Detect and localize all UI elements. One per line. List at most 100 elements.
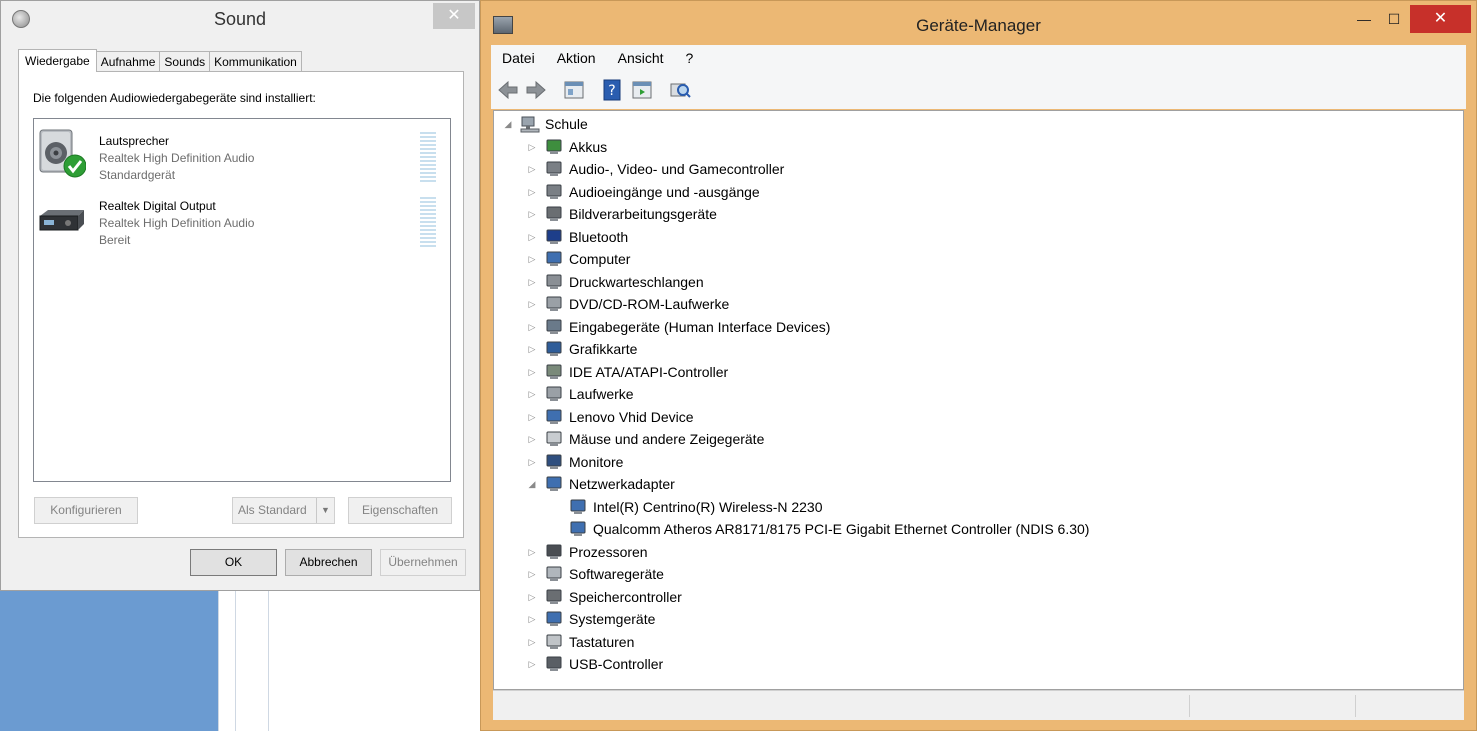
menu-datei[interactable]: Datei: [491, 50, 546, 66]
collapsed-arrow-icon[interactable]: ▷: [526, 547, 538, 558]
collapsed-arrow-icon[interactable]: ▷: [526, 209, 538, 220]
tree-item-label: Akkus: [569, 139, 608, 155]
tree-item-category-after-3[interactable]: ▷ Systemgeräte: [526, 608, 656, 630]
expanded-arrow-icon[interactable]: ◢: [502, 119, 514, 130]
device-item-lautsprecher[interactable]: Lautsprecher Realtek High Definition Aud…: [34, 123, 450, 185]
tree-item-category-after-2[interactable]: ▷ Speichercontroller: [526, 586, 682, 608]
collapsed-arrow-icon[interactable]: ▷: [526, 254, 538, 265]
devmgr-titlebar[interactable]: Geräte-Manager — ☐ ✕: [481, 1, 1476, 41]
collapsed-arrow-icon[interactable]: ▷: [526, 277, 538, 288]
collapsed-arrow-icon[interactable]: ▷: [526, 614, 538, 625]
playback-panel: Die folgenden Audiowiedergabegeräte sind…: [18, 71, 464, 538]
back-arrow-icon[interactable]: [497, 79, 519, 101]
network-adapter-icon: [544, 475, 564, 493]
collapsed-arrow-icon[interactable]: ▷: [526, 457, 538, 468]
menu-help[interactable]: ?: [675, 50, 705, 66]
sound-tabs: Wiedergabe Aufnahme Sounds Kommunikation: [18, 49, 302, 72]
collapsed-arrow-icon[interactable]: ▷: [526, 367, 538, 378]
tab-wiedergabe[interactable]: Wiedergabe: [18, 49, 97, 72]
collapsed-arrow-icon[interactable]: ▷: [526, 299, 538, 310]
tree-item-category-15[interactable]: ◢ Netzwerkadapter: [526, 473, 675, 495]
configure-button[interactable]: Konfigurieren: [34, 497, 138, 524]
tab-aufnahme[interactable]: Aufnahme: [95, 51, 161, 72]
tree-item-label: USB-Controller: [569, 656, 664, 672]
display-adapter-icon: [544, 340, 564, 358]
menu-bar: Datei Aktion Ansicht ?: [491, 45, 1466, 71]
sound-close-button[interactable]: ✕: [433, 3, 475, 29]
device-driver: Realtek High Definition Audio: [99, 216, 255, 230]
tree-item-category-7[interactable]: ▷ DVD/CD-ROM-Laufwerke: [526, 293, 730, 315]
minimize-button[interactable]: —: [1349, 7, 1379, 33]
tree-item-category-14[interactable]: ▷ Monitore: [526, 451, 624, 473]
tree-item-category-9[interactable]: ▷ Grafikkarte: [526, 338, 638, 360]
battery-icon: [544, 138, 564, 156]
collapsed-arrow-icon[interactable]: ▷: [526, 412, 538, 423]
collapsed-arrow-icon[interactable]: ▷: [526, 569, 538, 580]
volume-level-meter: [420, 132, 436, 182]
collapsed-arrow-icon[interactable]: ▷: [526, 187, 538, 198]
tree-item-category-after-5[interactable]: ▷ USB-Controller: [526, 653, 664, 675]
collapsed-arrow-icon[interactable]: ▷: [526, 142, 538, 153]
tree-item-category-2[interactable]: ▷ Audioeingänge und -ausgänge: [526, 181, 760, 203]
device-tree[interactable]: ◢ Schule ▷ Akkus ▷ Audio-, Video- und Gamec…: [493, 110, 1464, 690]
chevron-down-icon[interactable]: ▼: [316, 498, 334, 523]
tree-item-category-6[interactable]: ▷ Druckwarteschlangen: [526, 271, 704, 293]
properties-button[interactable]: Eigenschaften: [348, 497, 452, 524]
status-segment: [1355, 695, 1356, 717]
properties-view-icon[interactable]: [563, 79, 585, 101]
collapsed-arrow-icon[interactable]: ▷: [526, 659, 538, 670]
menu-ansicht[interactable]: Ansicht: [607, 50, 675, 66]
tree-item-category-3[interactable]: ▷ Bildverarbeitungsgeräte: [526, 203, 717, 225]
background-divider: [268, 591, 269, 731]
tree-root-label: Schule: [545, 116, 588, 132]
tree-item-label: Tastaturen: [569, 634, 635, 650]
software-device-icon: [544, 565, 564, 583]
menu-aktion[interactable]: Aktion: [546, 50, 607, 66]
background-window: [218, 591, 480, 731]
tree-item-category-after-0[interactable]: ▷ Prozessoren: [526, 541, 648, 563]
device-item-digital-output[interactable]: Realtek Digital Output Realtek High Defi…: [34, 188, 450, 250]
collapsed-arrow-icon[interactable]: ▷: [526, 164, 538, 175]
tree-item-category-11[interactable]: ▷ Laufwerke: [526, 383, 634, 405]
tree-item-category-8[interactable]: ▷ Eingabegeräte (Human Interface Devices): [526, 316, 831, 338]
tree-item-category-13[interactable]: ▷ Mäuse und andere Zeigegeräte: [526, 428, 765, 450]
tree-item-label: Laufwerke: [569, 386, 634, 402]
apply-button[interactable]: Übernehmen: [380, 549, 466, 576]
tree-item-category-after-4[interactable]: ▷ Tastaturen: [526, 631, 635, 653]
collapsed-arrow-icon[interactable]: ▷: [526, 434, 538, 445]
sound-titlebar[interactable]: Sound ✕: [1, 1, 479, 39]
tree-item-category-after-1[interactable]: ▷ Softwaregeräte: [526, 563, 664, 585]
maximize-button[interactable]: ☐: [1379, 7, 1409, 33]
playback-device-list[interactable]: Lautsprecher Realtek High Definition Aud…: [33, 118, 451, 482]
expanded-arrow-icon[interactable]: ◢: [526, 479, 538, 490]
tree-item-label: Druckwarteschlangen: [569, 274, 704, 290]
tree-item-category-10[interactable]: ▷ IDE ATA/ATAPI-Controller: [526, 361, 729, 383]
tree-root[interactable]: ◢ Schule: [502, 113, 588, 135]
cancel-button[interactable]: Abbrechen: [285, 549, 372, 576]
set-default-split-button[interactable]: Als Standard ▼: [232, 497, 335, 524]
collapsed-arrow-icon[interactable]: ▷: [526, 637, 538, 648]
tree-item-category-12[interactable]: ▷ Lenovo Vhid Device: [526, 406, 694, 428]
ok-button[interactable]: OK: [190, 549, 277, 576]
tab-sounds[interactable]: Sounds: [159, 51, 211, 72]
tab-kommunikation[interactable]: Kommunikation: [209, 51, 302, 72]
help-icon[interactable]: ?: [601, 79, 623, 101]
device-name: Lautsprecher: [99, 134, 170, 148]
tree-item-category-5[interactable]: ▷ Computer: [526, 248, 631, 270]
tree-item-category-1[interactable]: ▷ Audio-, Video- und Gamecontroller: [526, 158, 785, 180]
sound-title: Sound: [213, 9, 267, 29]
tree-item-category-4[interactable]: ▷ Bluetooth: [526, 226, 629, 248]
collapsed-arrow-icon[interactable]: ▷: [526, 344, 538, 355]
tree-item-category-0[interactable]: ▷ Akkus: [526, 136, 608, 158]
collapsed-arrow-icon[interactable]: ▷: [526, 322, 538, 333]
forward-arrow-icon[interactable]: [525, 79, 547, 101]
devmgr-close-button[interactable]: ✕: [1410, 5, 1471, 33]
show-hide-pane-icon[interactable]: [631, 79, 653, 101]
collapsed-arrow-icon[interactable]: ▷: [526, 232, 538, 243]
tree-item-network-child-1[interactable]: Qualcomm Atheros AR8171/8175 PCI-E Gigab…: [568, 518, 1089, 540]
collapsed-arrow-icon[interactable]: ▷: [526, 389, 538, 400]
collapsed-arrow-icon[interactable]: ▷: [526, 592, 538, 603]
tree-item-network-child-0[interactable]: Intel(R) Centrino(R) Wireless-N 2230: [568, 496, 823, 518]
scan-hardware-icon[interactable]: [669, 79, 691, 101]
status-segment: [1189, 695, 1190, 717]
